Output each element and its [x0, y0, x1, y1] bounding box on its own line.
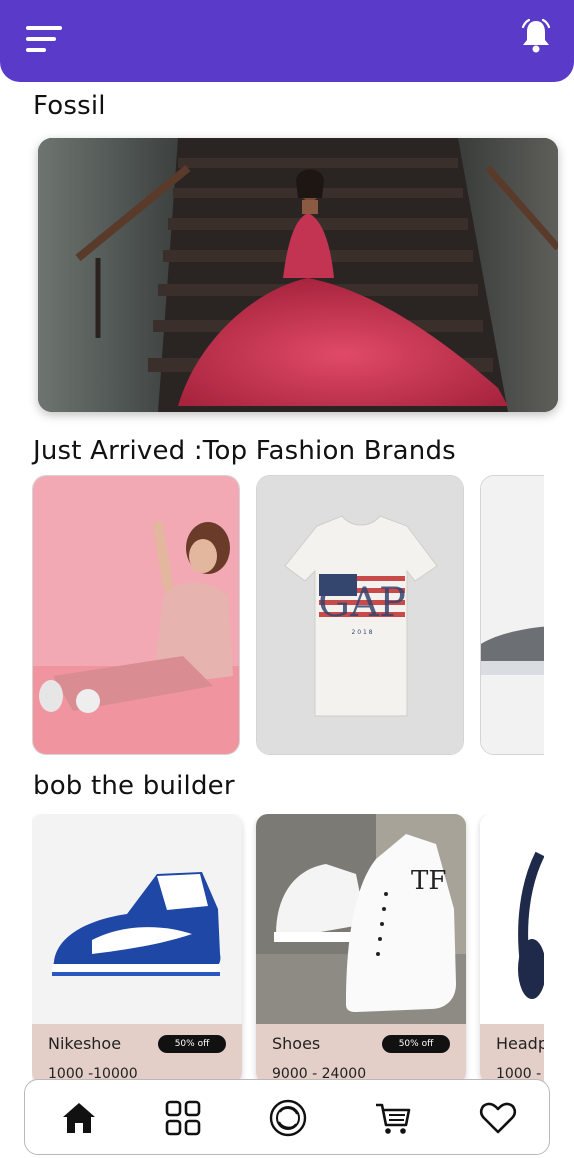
product-image-headphones: [480, 814, 544, 1024]
svg-text:TF: TF: [411, 866, 446, 896]
brand-carousel[interactable]: GAP 2 0 1 8: [32, 475, 544, 757]
svg-text:2 0 1 8: 2 0 1 8: [352, 629, 373, 636]
product-name: Headp: [496, 1034, 544, 1053]
product-info: Nikeshoe 50% off 1000 -10000: [32, 1024, 242, 1084]
bottom-navigation: [24, 1079, 550, 1155]
grid-icon[interactable]: [163, 1098, 203, 1138]
home-icon[interactable]: [59, 1098, 99, 1138]
discount-badge: 50% off: [158, 1035, 226, 1053]
menu-icon[interactable]: [26, 24, 64, 54]
featured-section-title: Fossil: [33, 91, 106, 121]
cart-icon[interactable]: [373, 1098, 413, 1138]
svg-text:GAP: GAP: [318, 580, 406, 626]
brand-card-gap-tshirt[interactable]: GAP 2 0 1 8: [256, 475, 464, 755]
top-app-bar: [0, 0, 574, 82]
product-info: Headp 1000 -: [480, 1024, 544, 1084]
bell-icon[interactable]: [520, 18, 552, 54]
brands-section-title: Just Arrived :Top Fashion Brands: [33, 436, 456, 466]
discount-badge: 50% off: [382, 1035, 450, 1053]
heart-icon[interactable]: [478, 1098, 518, 1138]
product-carousel[interactable]: Nikeshoe 50% off 1000 -10000 TF Shoes 50…: [32, 814, 544, 1084]
product-card[interactable]: Headp 1000 -: [480, 814, 544, 1084]
products-section-title: bob the builder: [33, 771, 235, 801]
circle-icon[interactable]: [268, 1098, 308, 1138]
product-card[interactable]: Nikeshoe 50% off 1000 -10000: [32, 814, 242, 1084]
product-info: Shoes 50% off 9000 - 24000: [256, 1024, 466, 1084]
product-name: Shoes: [272, 1034, 321, 1053]
product-image-sneaker: [32, 814, 242, 1024]
featured-banner-image[interactable]: [38, 138, 558, 412]
brand-card-pink-outfit[interactable]: [32, 475, 240, 755]
product-card[interactable]: TF Shoes 50% off 9000 - 24000: [256, 814, 466, 1084]
product-image-white-sneakers: TF: [256, 814, 466, 1024]
product-name: Nikeshoe: [48, 1034, 122, 1053]
brand-card-sneaker[interactable]: [480, 475, 544, 755]
